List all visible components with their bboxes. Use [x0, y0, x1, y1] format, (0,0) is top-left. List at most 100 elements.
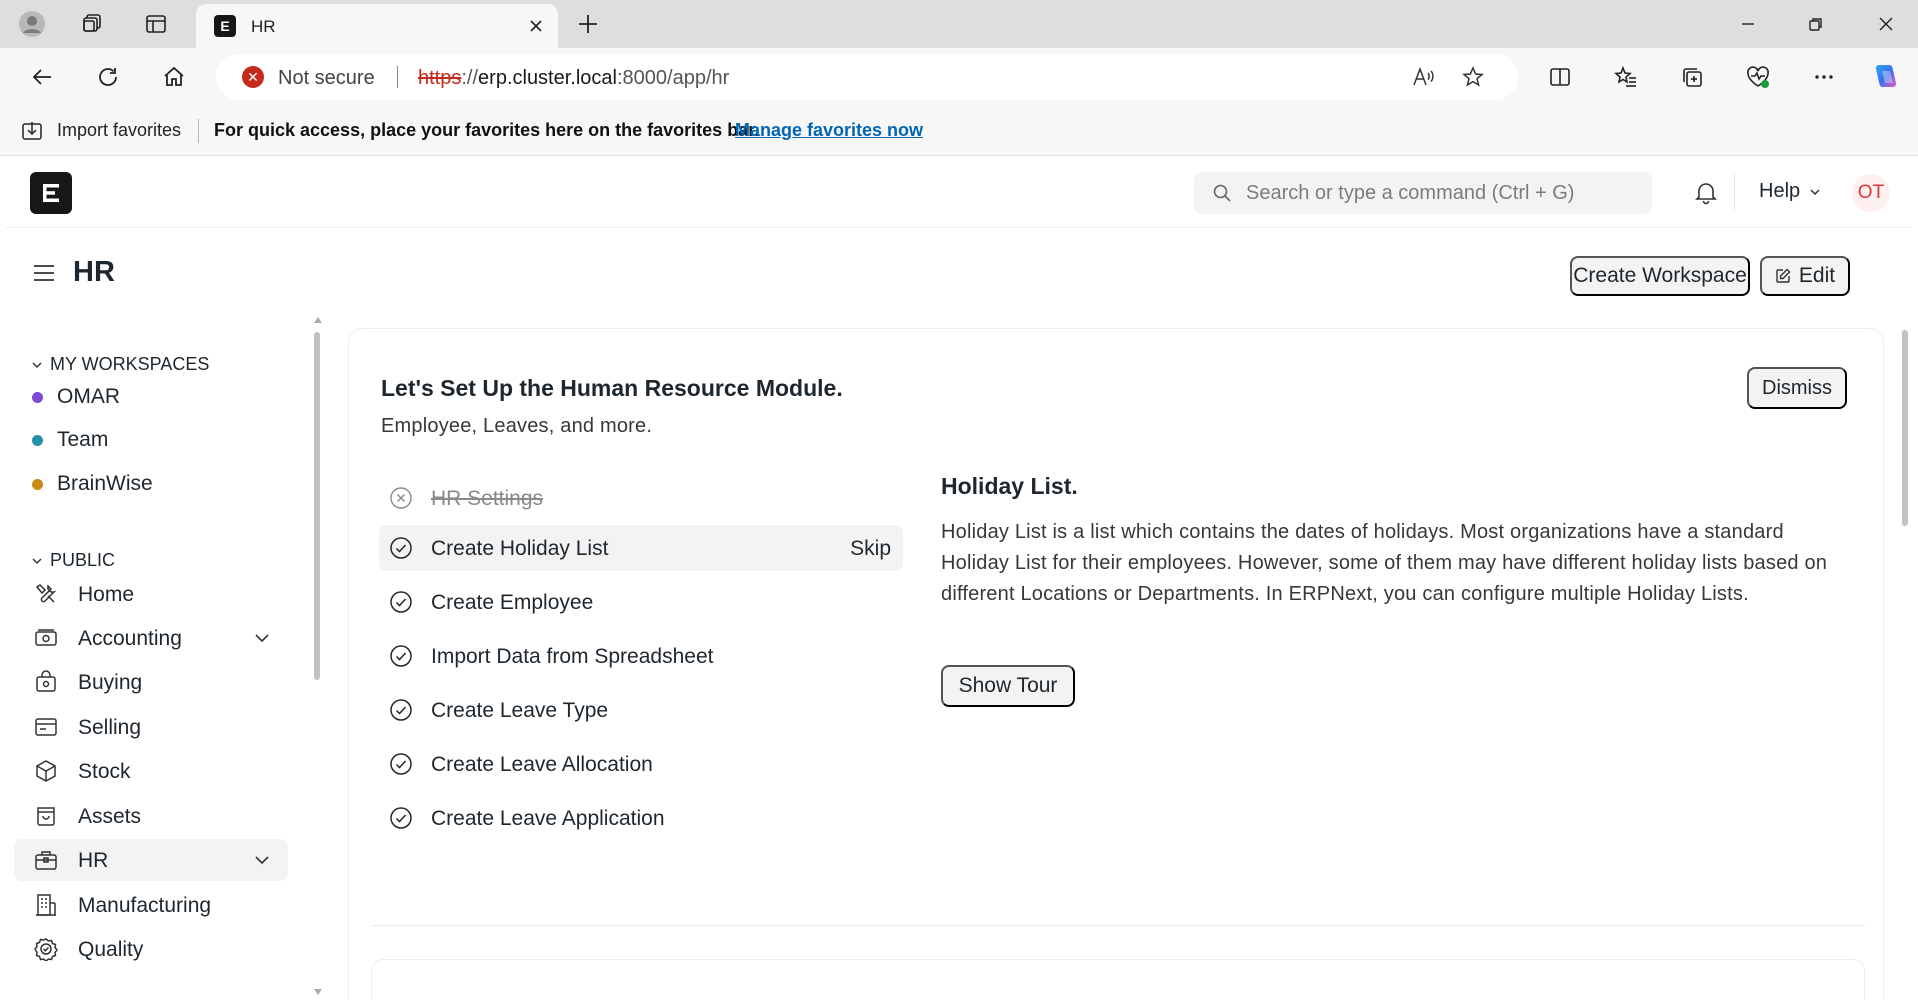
sidebar-item-brainwise[interactable]: BrainWise: [32, 472, 153, 496]
browser-tab-bar: E HR: [0, 0, 1918, 48]
sidebar-item-stock[interactable]: Stock: [14, 750, 288, 792]
public-header[interactable]: PUBLIC: [30, 550, 115, 571]
check-circle-icon: [390, 753, 412, 775]
browser-address-bar: ✕ Not secure https://erp.cluster.local:8…: [0, 48, 1918, 106]
check-circle-icon: [390, 537, 412, 559]
next-widget-card: [371, 959, 1865, 1000]
search-icon: [1213, 184, 1231, 202]
scroll-up-arrow-icon[interactable]: [313, 316, 323, 324]
read-aloud-icon[interactable]: [1408, 62, 1438, 92]
favorites-separator: [198, 119, 199, 143]
onboarding-step[interactable]: Create Holiday List Skip: [379, 525, 903, 571]
my-workspaces-label: MY WORKSPACES: [50, 354, 210, 374]
favorite-star-icon[interactable]: [1458, 62, 1488, 92]
workspaces-icon[interactable]: [76, 8, 108, 40]
user-avatar[interactable]: OT: [1852, 174, 1890, 212]
my-workspaces-header[interactable]: MY WORKSPACES: [30, 354, 209, 375]
sidebar-item-quality[interactable]: Quality: [14, 928, 288, 970]
edit-icon: [1776, 268, 1791, 283]
sidebar-item-label: Stock: [78, 760, 131, 783]
show-tour-button[interactable]: Show Tour: [941, 665, 1075, 707]
split-screen-icon[interactable]: [1542, 59, 1578, 95]
main-scrollbar[interactable]: [1902, 330, 1908, 526]
sidebar-item-selling[interactable]: Selling: [14, 706, 288, 748]
manufacturing-icon: [36, 894, 56, 916]
home-icon[interactable]: [156, 59, 192, 95]
browser-essentials-icon[interactable]: [1740, 59, 1776, 95]
favorites-icon[interactable]: [1608, 59, 1644, 95]
security-label[interactable]: Not secure: [278, 67, 375, 90]
scroll-down-arrow-icon[interactable]: [313, 988, 323, 996]
sidebar-item-label: BrainWise: [57, 472, 153, 495]
browser-tab-active[interactable]: E HR: [196, 4, 558, 48]
onboarding-subtitle: Employee, Leaves, and more.: [381, 415, 653, 437]
sidebar-item-label: Accounting: [78, 627, 182, 650]
back-icon[interactable]: [24, 59, 60, 95]
onboarding-step[interactable]: Import Data from Spreadsheet: [379, 633, 903, 679]
workspace-dot: [32, 434, 43, 446]
url-bar[interactable]: ✕ Not secure https://erp.cluster.local:8…: [216, 54, 1518, 100]
stock-icon: [36, 760, 56, 782]
step-label: Create Leave Application: [431, 807, 665, 830]
import-favorites-icon[interactable]: [20, 119, 44, 143]
dismiss-button[interactable]: Dismiss: [1747, 367, 1847, 409]
refresh-icon[interactable]: [90, 59, 126, 95]
sidebar-item-team[interactable]: Team: [32, 428, 108, 452]
chevron-down-icon[interactable]: [252, 850, 272, 870]
check-circle-icon: [390, 591, 412, 613]
close-tab-icon[interactable]: [522, 12, 550, 40]
url-text[interactable]: https://erp.cluster.local:8000/app/hr: [418, 67, 729, 90]
awesome-bar[interactable]: [1194, 172, 1652, 214]
edit-label: Edit: [1798, 264, 1836, 287]
manage-favorites-link[interactable]: Manage favorites now: [735, 120, 923, 141]
public-label: PUBLIC: [50, 550, 116, 570]
sidebar-item-home[interactable]: Home: [14, 573, 288, 615]
app-navbar: Help OT: [6, 156, 1912, 228]
create-workspace-button[interactable]: Create Workspace: [1570, 256, 1750, 296]
sidebar-item-omar[interactable]: OMAR: [32, 385, 120, 409]
sidebar-scrollbar[interactable]: [314, 332, 320, 680]
onboarding-step[interactable]: Create Leave Application: [379, 795, 903, 841]
sidebar-toggle-icon[interactable]: [32, 261, 56, 285]
step-detail-title: Holiday List.: [941, 473, 1078, 499]
search-input[interactable]: [1246, 172, 1636, 214]
not-secure-icon[interactable]: ✕: [242, 66, 264, 88]
import-favorites-link[interactable]: Import favorites: [57, 120, 181, 141]
minimize-icon[interactable]: [1716, 4, 1780, 44]
step-label: Create Leave Allocation: [431, 753, 653, 776]
workspace-dot: [32, 391, 43, 403]
tab-favicon: E: [214, 15, 236, 37]
app-logo[interactable]: [30, 172, 72, 214]
erpnext-app: Help OT HR Create Workspace Edit MY WORK…: [6, 156, 1912, 1000]
copilot-icon[interactable]: [1868, 59, 1904, 95]
restore-icon[interactable]: [1784, 4, 1848, 44]
vertical-tabs-icon[interactable]: [140, 8, 172, 40]
onboarding-step[interactable]: Create Employee: [379, 579, 903, 625]
help-label: Help: [1759, 180, 1801, 202]
chevron-down-icon[interactable]: [252, 628, 272, 648]
onboarding-step[interactable]: HR Settings: [379, 475, 903, 521]
more-options-icon[interactable]: [1806, 59, 1842, 95]
close-window-icon[interactable]: [1854, 4, 1918, 44]
notification-bell-icon[interactable]: [1692, 178, 1720, 206]
onboarding-step[interactable]: Create Leave Allocation: [379, 741, 903, 787]
new-tab-icon[interactable]: [572, 8, 604, 40]
collections-icon[interactable]: [1674, 59, 1710, 95]
skip-step-button[interactable]: Skip: [850, 537, 891, 561]
sidebar-item-manufacturing[interactable]: Manufacturing: [14, 884, 288, 926]
help-dropdown[interactable]: Help: [1759, 180, 1822, 203]
sidebar-item-label: Manufacturing: [78, 894, 212, 917]
sidebar-item-assets[interactable]: Assets: [14, 795, 288, 837]
sidebar-item-label: Quality: [78, 938, 144, 961]
sidebar-item-accounting[interactable]: Accounting: [14, 617, 288, 659]
profile-icon[interactable]: [16, 8, 48, 40]
sidebar-item-buying[interactable]: Buying: [14, 661, 288, 703]
buying-icon: [36, 670, 56, 692]
sidebar-item-label: OMAR: [57, 385, 120, 408]
sidebar-item-hr[interactable]: HR: [14, 839, 288, 881]
assets-icon: [37, 807, 55, 826]
sidebar-item-label: Buying: [78, 671, 143, 694]
edit-button[interactable]: Edit: [1760, 256, 1850, 296]
onboarding-step[interactable]: Create Leave Type: [379, 687, 903, 733]
check-circle-icon: [390, 807, 412, 829]
